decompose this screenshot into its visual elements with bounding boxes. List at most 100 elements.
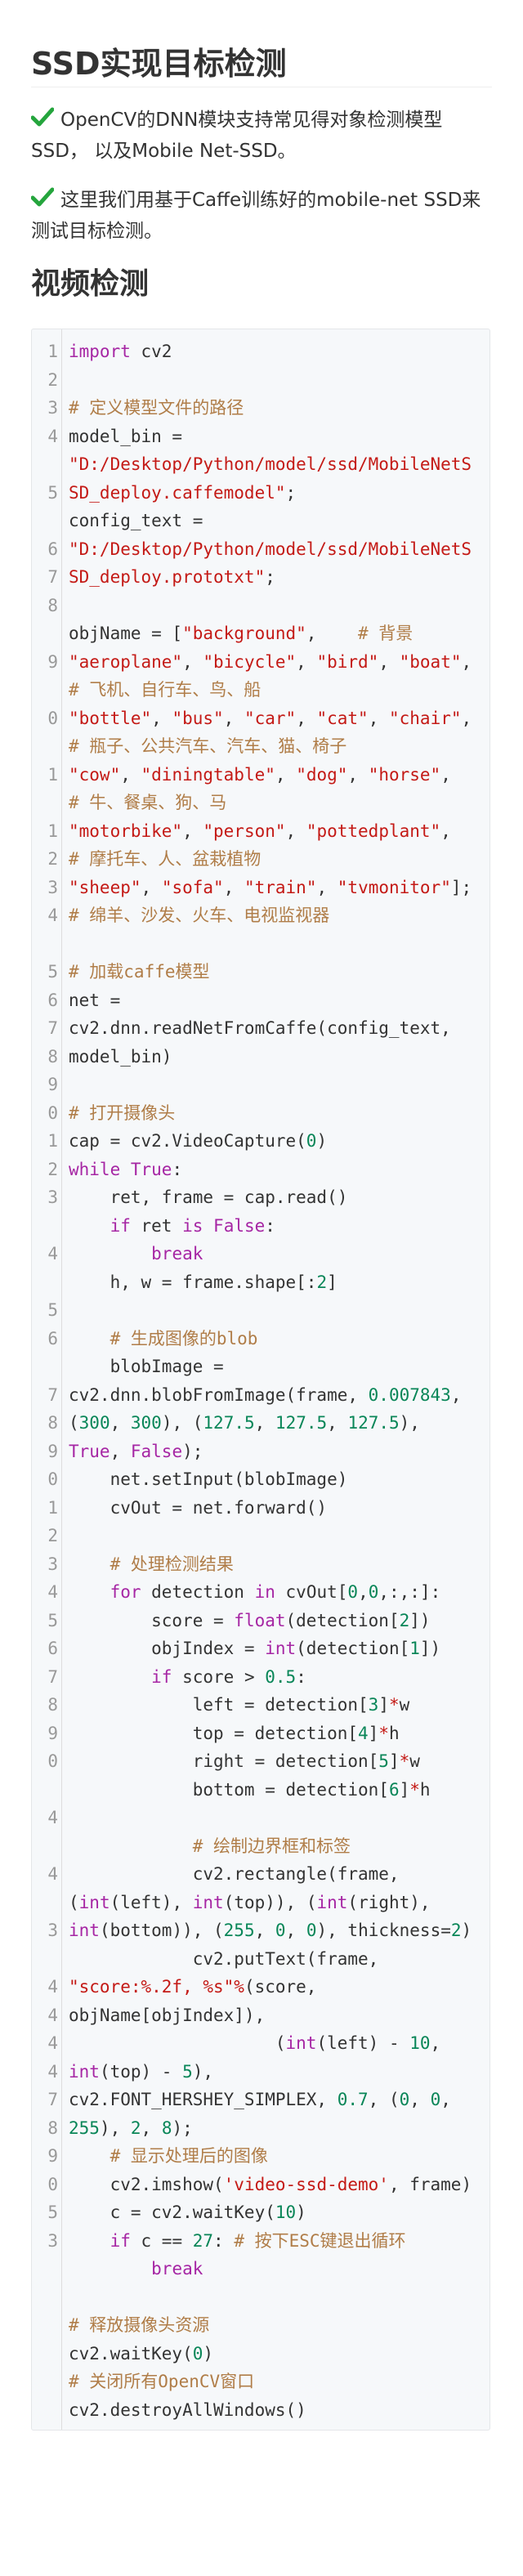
code-line: left = detection[3]*w (69, 1691, 487, 1719)
code-line: # 瓶子、公共汽车、汽车、猫、椅子 (69, 732, 487, 760)
code-line: "D:/Desktop/Python/model/ssd/MobileNetS (69, 535, 487, 563)
code-token: ret, frame = cap.read() (69, 1187, 348, 1207)
code-token: SD_deploy.prototxt" (69, 567, 266, 587)
code-token: , (254, 1921, 275, 1940)
code-token: : (213, 2230, 235, 2251)
code-token: ), (399, 1413, 420, 1433)
code-token: , (409, 2090, 431, 2109)
code-token: ret (130, 1215, 183, 1236)
code-token: 5 (378, 1751, 389, 1771)
code-block[interactable]: 1234567890112345678901234567890123456789… (31, 329, 490, 2431)
code-token: 4 (358, 1723, 369, 1743)
code-token: cv2.dnn.readNetFromCaffe(config_text, (69, 1018, 451, 1038)
code-line: objName[objIndex]), (69, 2001, 487, 2029)
code-token: True (130, 1159, 172, 1179)
code-token: # 显示处理后的图像 (110, 2146, 268, 2166)
code-token: : (296, 1666, 306, 1687)
code-token: cap = cv2.VideoCapture( (69, 1131, 306, 1151)
line-number: 0 (47, 1751, 58, 1771)
code-token: # 飞机、自行车、鸟、船 (69, 680, 262, 700)
code-line: # 关闭所有OpenCV窗口 (69, 2368, 487, 2395)
code-line: int(top) - 5), (69, 2058, 487, 2086)
line-number: 0 (47, 2174, 58, 2194)
code-token: 6 (388, 1779, 400, 1800)
paragraph-1: OpenCV的DNN模块支持常见得对象检测模型 SSD， 以及Mobile Ne… (31, 105, 489, 167)
code-token: blobImage = (69, 1357, 224, 1376)
code-token: while (69, 1159, 121, 1179)
code-token: 27 (192, 2230, 214, 2251)
code-token: cv2.destroyAllWindows() (69, 2399, 306, 2420)
code-token: # 背景 (358, 624, 413, 643)
code-token: "bus" (172, 708, 224, 728)
code-token: cv2.rectangle(frame, (69, 1864, 400, 1884)
line-number: 6 (47, 1328, 58, 1348)
code-line: cv2.dnn.readNetFromCaffe(config_text, (69, 1014, 487, 1042)
code-line: c = cv2.waitKey(10) (69, 2198, 487, 2226)
code-line: while True: (69, 1156, 487, 1183)
code-line: 255), 2, 8); (69, 2114, 487, 2142)
line-number: 3 (47, 1921, 58, 1940)
code-token: 127.5 (275, 1413, 328, 1433)
code-line: # 绵羊、沙发、火车、电视监视器 (69, 901, 487, 929)
line-number: 7 (47, 1384, 58, 1405)
code-token: 0 (430, 2090, 441, 2109)
line-number: 4 (47, 1244, 58, 1263)
code-token: "person" (203, 821, 286, 841)
line-number: 5 (47, 2203, 58, 2222)
code-token: ] (388, 1751, 400, 1771)
code-line: ret, frame = cap.read() (69, 1183, 487, 1211)
line-number: 6 (47, 539, 58, 559)
code-token: int (69, 1921, 100, 1940)
code-line: # 牛、餐桌、狗、马 (69, 789, 487, 816)
line-number: 4 (47, 1808, 58, 1827)
code-line: # 摩托车、人、盆栽植物 (69, 845, 487, 873)
line-number: 9 (47, 1441, 58, 1461)
line-number: 9 (47, 651, 58, 672)
code-token: ,:,:]: (378, 1582, 441, 1602)
code-token: , (285, 821, 306, 841)
code-token: "background" (182, 624, 306, 643)
code-token: False (130, 1441, 183, 1461)
code-line: "motorbike", "person", "pottedplant", (69, 817, 487, 845)
code-token: "score:%.2f, %s" (69, 1977, 235, 1997)
code-token: 255 (69, 2118, 100, 2138)
code-token: 3 (368, 1695, 379, 1715)
line-number: 4 (47, 2005, 58, 2025)
code-token: , (327, 1413, 348, 1433)
code-line: blobImage = (69, 1353, 487, 1380)
code-token: 0 (399, 2090, 410, 2109)
code-token: detection (141, 1582, 255, 1602)
line-number: 6 (47, 990, 58, 1010)
code-token: bottom = detection[ (69, 1779, 389, 1800)
code-token: , (440, 821, 451, 841)
code-token: , (120, 764, 141, 785)
code-token: , (254, 1413, 275, 1433)
line-number: 3 (47, 2230, 58, 2251)
line-number: 5 (47, 1300, 58, 1320)
code-token: w (409, 1751, 420, 1771)
code-token: objIndex = (69, 1639, 266, 1658)
code-token: ( (69, 1413, 79, 1433)
code-token: ); (172, 2118, 193, 2138)
code-line: (300, 300), (127.5, 127.5, 127.5), (69, 1409, 487, 1437)
code-line: (int(left) - 10, (69, 2029, 487, 2057)
line-number: 2 (47, 1526, 58, 1545)
code-line: bottom = detection[6]*h (69, 1776, 487, 1804)
code-token: 300 (130, 1413, 162, 1433)
code-line: # 显示处理后的图像 (69, 2142, 487, 2170)
code-token: # 加载caffe模型 (69, 962, 210, 982)
code-token: cv2.dnn.blobFromImage(frame, (69, 1384, 369, 1405)
code-token: , (368, 708, 389, 728)
code-line: import cv2 (69, 338, 487, 365)
code-line: top = detection[4]*h (69, 1720, 487, 1747)
section-heading: 视频检测 (31, 267, 150, 301)
code-token: objName = [ (69, 624, 183, 643)
code-token: (detection[ (296, 1639, 410, 1658)
code-token: , (141, 2118, 162, 2138)
code-token: (left), (110, 1892, 193, 1912)
